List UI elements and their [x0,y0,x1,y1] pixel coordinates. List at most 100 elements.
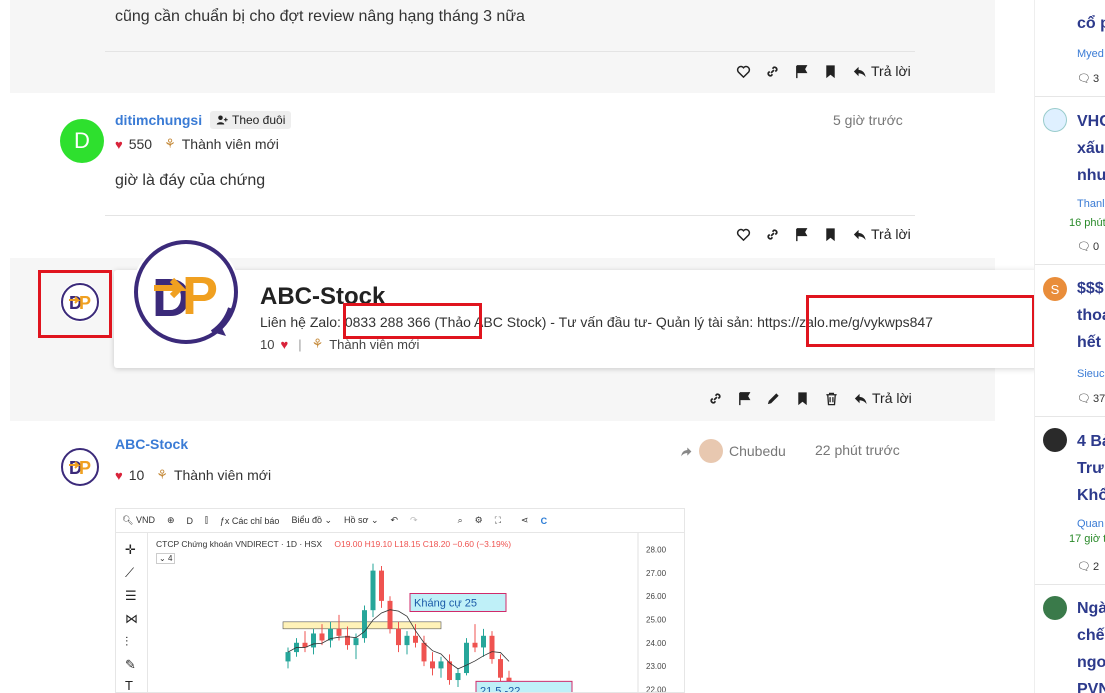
link-icon[interactable] [765,227,780,242]
y-tick-label: 25.00 [646,616,667,625]
candle-body [472,642,478,648]
sidebar-item-author[interactable]: Sieuc [1077,368,1105,380]
crosshair-icon[interactable]: ✛ [125,542,136,558]
bookmark-icon[interactable] [823,227,838,242]
divider: | [298,336,302,352]
y-tick-label: 22.00 [646,685,667,693]
sprout-icon: ⚘ [156,467,168,482]
zoom-icon[interactable]: ⌕ [458,515,463,526]
comment-post: D ditimchungsi Theo đuôi 5 giờ trước ♥ 5… [10,93,995,258]
avatar[interactable] [1043,428,1067,452]
sidebar-item-title: NgàchếngoPVN [1077,600,1105,693]
svg-text:P: P [182,266,218,326]
sidebar-item-author[interactable]: Myed [1077,48,1104,60]
fib-icon[interactable]: ☰ [125,588,137,604]
sidebar-item[interactable]: NgàchếngoPVN [1035,584,1105,693]
avatar[interactable]: D P [60,447,100,487]
comment-icon: 🗨︎ [1077,241,1091,253]
candle-body [362,610,367,639]
reply-button[interactable]: Trả lời [852,226,911,242]
undo-icon[interactable]: ↶ [390,515,398,526]
comment-post: cũng cần chuẩn bị cho đợt review nâng hạ… [10,0,995,93]
candle-body [464,642,469,674]
flag-icon[interactable] [737,391,752,406]
avatar[interactable] [699,439,723,463]
shared-by[interactable]: Chubedu [680,439,786,463]
interval-selector[interactable]: D [187,516,194,526]
reply-icon [853,229,866,240]
sidebar-item-title: cổ p [1077,15,1105,32]
measure-icon[interactable]: ⫶ [125,634,128,650]
sidebar-item-title: $$$thoahết [1077,280,1105,351]
candle-body [379,570,384,601]
brand-icon: C [540,515,548,526]
link-icon[interactable] [708,391,723,406]
username-link[interactable]: ABC-Stock [115,436,188,452]
candle-body [455,673,461,681]
bookmark-icon[interactable] [823,64,838,79]
comment-content: giờ là đáy của chứng [115,172,266,189]
sidebar-item-author[interactable]: Thanl [1077,198,1105,210]
user-meta: ♥ 10 ⚘ Thành viên mới [115,467,271,483]
sidebar-item-comments: 🗨︎ 37 [1077,392,1105,406]
sidebar-item-comments: 🗨︎ 3 [1077,72,1100,86]
avatar[interactable] [1043,108,1067,132]
brush-icon[interactable]: ✎ [125,657,136,673]
profile-dropdown[interactable]: Hồ sơ ⌄ [344,515,378,526]
reply-button[interactable]: Trả lời [853,390,912,406]
indicator-toggle[interactable]: ⌄ 4 [156,553,176,564]
sidebar-item[interactable]: cổ p Myed 🗨︎3 [1035,0,1105,96]
svg-text:P: P [79,458,91,478]
username-link[interactable]: ditimchungsi [115,112,202,128]
share-arrow-icon [681,446,692,456]
link-icon[interactable] [765,64,780,79]
like-icon[interactable] [736,64,751,79]
avatar[interactable] [1043,596,1067,620]
sidebar-item[interactable]: 4 BảTrưKhổ Quan 17 giờ t 🗨︎2 [1035,416,1105,584]
fullscreen-icon[interactable]: ⛶ [495,515,501,526]
abc-stock-logo-icon: D P [61,448,99,486]
y-tick-label: 23.00 [646,662,667,671]
post-time: 5 giờ trước [833,112,903,128]
indicators-button[interactable]: ƒx Các chỉ báo [220,516,280,526]
avatar[interactable]: D [60,119,104,163]
compare-icon[interactable]: ⊕ [167,515,175,526]
candle-body [421,642,427,662]
redo-icon[interactable]: ↷ [410,515,418,526]
reply-button[interactable]: Trả lời [852,63,911,79]
candle-body [311,633,316,648]
like-count: 10 [260,336,275,352]
share-icon[interactable]: ⋖ [521,515,529,526]
edit-pencil-icon[interactable] [766,391,781,406]
symbol-search[interactable]: 🔍︎ VND [122,515,155,526]
bookmark-icon[interactable] [795,391,810,406]
candle-body [438,661,444,669]
comment-actions: Trả lời [736,226,911,242]
candle-body [430,661,435,669]
drawing-toolbar: ✛ ⟋ ☰ ⋈ ⫶ ✎ T [116,533,148,692]
follow-button[interactable]: Theo đuôi [210,111,292,129]
comment-content: cũng cần chuẩn bị cho đợt review nâng hạ… [115,8,525,25]
sidebar-item[interactable]: S $$$thoahết Sieuc 🗨︎37 [1035,264,1105,416]
stock-chart-image: 🔍︎ VND ⊕ D ⫿ ƒx Các chỉ báo Biểu đồ ⌄ Hồ… [115,508,685,693]
candle-body [353,638,359,646]
avatar[interactable]: S [1043,277,1067,301]
like-icon[interactable] [736,227,751,242]
highlight-box-avatar [38,270,112,338]
chart-type-dropdown[interactable]: Biểu đồ ⌄ [291,515,332,526]
sidebar-item-comments: 🗨︎ 0 [1077,240,1100,254]
trash-icon[interactable] [824,391,839,406]
pattern-icon[interactable]: ⋈ [125,611,138,627]
candle-body [285,652,291,662]
settings-gear-icon[interactable]: ⚙ [475,515,483,526]
text-tool-icon[interactable]: T [125,678,133,692]
candle-type-icon[interactable]: ⫿ [205,515,208,526]
sidebar-item[interactable]: VHCxấunhu Thanl 16 phút 🗨︎0 [1035,96,1105,264]
trendline-icon[interactable]: ⟋ [125,565,134,581]
chart-title: CTCP Chứng khoán VNDIRECT · 1D · HSX O19… [156,539,512,549]
sidebar-item-author[interactable]: Quan [1077,518,1104,530]
flag-icon[interactable] [794,64,809,79]
sidebar-item-time: 17 giờ t [1069,533,1105,545]
flag-icon[interactable] [794,227,809,242]
reply-icon [853,66,866,77]
